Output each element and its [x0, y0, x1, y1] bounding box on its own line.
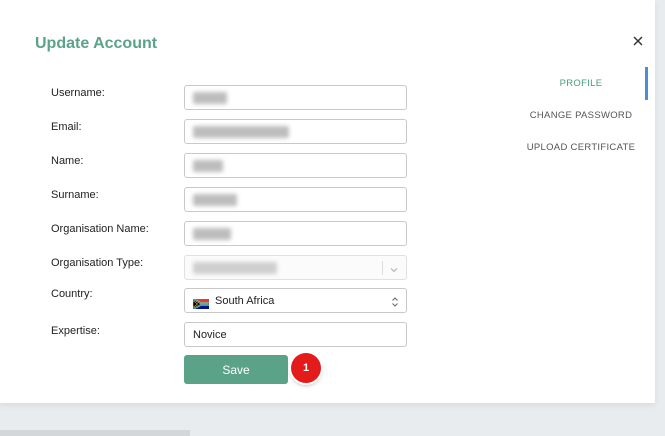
username-label: Username: [51, 87, 105, 99]
select-separator [382, 261, 383, 275]
country-value: South Africa [215, 295, 275, 307]
name-value-redacted [193, 160, 223, 172]
close-icon[interactable] [630, 33, 646, 49]
email-value-redacted [193, 126, 289, 138]
step-badge: 1 [291, 353, 321, 383]
organisation-name-value-redacted [193, 228, 231, 240]
save-button[interactable]: Save [184, 355, 288, 384]
name-label: Name: [51, 155, 84, 167]
country-select[interactable]: South Africa [184, 288, 407, 313]
expertise-value: Novice [193, 329, 227, 341]
surname-input[interactable] [184, 187, 407, 212]
active-tab-indicator [645, 67, 648, 100]
surname-label: Surname: [51, 189, 99, 201]
modal-title: Update Account [35, 35, 158, 52]
organisation-name-label: Organisation Name: [51, 223, 149, 235]
organisation-name-input[interactable] [184, 221, 407, 246]
background-strip [0, 430, 190, 436]
south-africa-flag-icon [192, 296, 210, 310]
username-input[interactable] [184, 85, 407, 110]
expertise-input[interactable]: Novice [184, 322, 407, 347]
organisation-type-value-redacted [193, 262, 277, 274]
tab-change-password[interactable]: CHANGE PASSWORD [521, 110, 641, 121]
country-label: Country: [51, 288, 93, 300]
chevron-down-icon[interactable] [389, 262, 399, 273]
surname-value-redacted [193, 194, 237, 206]
email-label: Email: [51, 121, 82, 133]
tab-profile[interactable]: PROFILE [521, 78, 641, 89]
organisation-type-label: Organisation Type: [51, 257, 144, 269]
name-input[interactable] [184, 153, 407, 178]
email-input[interactable] [184, 119, 407, 144]
organisation-type-select[interactable] [184, 255, 407, 280]
expertise-label: Expertise: [51, 325, 100, 337]
update-account-modal: Update Account Username: Email: Name: Su… [0, 0, 655, 403]
username-value-redacted [193, 92, 227, 104]
tab-upload-certificate[interactable]: UPLOAD CERTIFICATE [521, 142, 641, 153]
sort-updown-icon [391, 295, 399, 307]
